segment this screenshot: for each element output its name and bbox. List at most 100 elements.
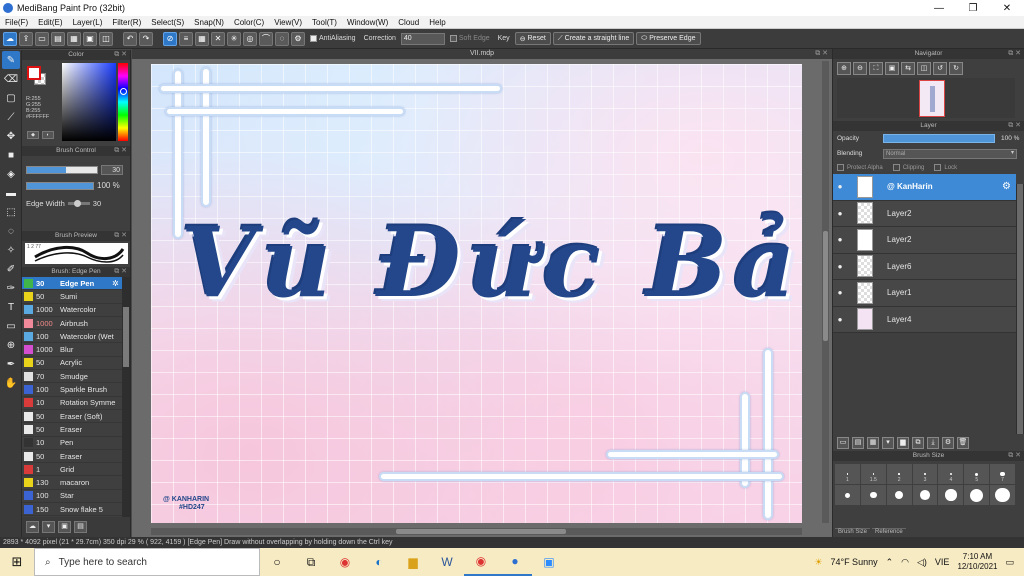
taskbar-clock[interactable]: 7:10 AM 12/10/2021 — [957, 552, 997, 572]
brush-copy-icon[interactable]: ▣ — [58, 521, 71, 533]
perspective-snap-icon[interactable]: ◌ — [275, 31, 289, 46]
artboard[interactable]: Vũ Đức Bảo @ KANHARIN #HD247 — [151, 64, 802, 523]
brush-size-preset[interactable] — [860, 485, 886, 505]
menu-cloud[interactable]: Cloud — [393, 18, 424, 27]
rotate-left-icon[interactable]: ↺ — [933, 62, 947, 75]
panel-menu-icon[interactable]: ⧉ ✕ — [114, 146, 127, 156]
layer-row[interactable]: ● Layer4 — [833, 306, 1016, 333]
brush-opacity-slider[interactable] — [26, 181, 94, 190]
brush-size-preset[interactable] — [912, 485, 938, 505]
brush-size-preset[interactable] — [938, 485, 964, 505]
brush-item[interactable]: 50 Sumi — [22, 290, 122, 304]
brush-tool-icon[interactable]: ✎ — [2, 51, 20, 69]
brush-size-preset[interactable]: 5 — [964, 464, 990, 484]
visibility-eye-icon[interactable]: ● — [833, 235, 847, 244]
upload-icon[interactable]: ⇪ — [19, 31, 33, 46]
fill-rect-tool-icon[interactable]: ■ — [2, 146, 20, 164]
medibang-taskbar-icon[interactable]: ● — [498, 548, 532, 576]
divide-tool-icon[interactable]: ▭ — [2, 317, 20, 335]
document-tab[interactable]: VII.mdp ⧉ ✕ — [132, 49, 832, 59]
brush-size-value[interactable]: 30 — [101, 164, 123, 175]
brush-size-preset[interactable]: 2 — [886, 464, 912, 484]
reset-view-icon[interactable]: ◫ — [917, 62, 931, 75]
menu-view[interactable]: View(V) — [269, 18, 307, 27]
saturation-value-picker[interactable] — [62, 63, 116, 141]
brush-item[interactable]: 50 Eraser — [22, 450, 122, 464]
add-layer-menu-icon[interactable]: ▾ — [882, 437, 894, 449]
brush-size-slider[interactable] — [26, 165, 98, 174]
zoom-app-icon[interactable]: ▣ — [532, 548, 566, 576]
duplicate-layer-icon[interactable]: ⧉ — [912, 437, 924, 449]
cortana-icon[interactable]: ○ — [260, 548, 294, 576]
menu-select[interactable]: Select(S) — [146, 18, 189, 27]
open-file-icon[interactable]: ▦ — [67, 31, 81, 46]
new-halftone-layer-icon[interactable]: ▤ — [852, 437, 864, 449]
preserve-edge-button[interactable]: ⬭ Preserve Edge — [636, 32, 701, 45]
menu-layer[interactable]: Layer(L) — [68, 18, 108, 27]
select-tool-icon[interactable]: ⬚ — [2, 203, 20, 221]
visibility-eye-icon[interactable]: ● — [833, 315, 847, 324]
brush-item[interactable]: 1000 Watercolor — [22, 304, 122, 317]
brush-size-preset[interactable]: 4 — [938, 464, 964, 484]
layer-gear-icon[interactable]: ⚙ — [1002, 181, 1016, 192]
new-folder-icon[interactable]: ▆ — [897, 437, 909, 449]
eraser-tool-icon[interactable]: ⌫ — [2, 70, 20, 88]
undo-icon[interactable]: ↶ — [123, 31, 137, 46]
brush-size-preset[interactable] — [964, 485, 990, 505]
edge-icon[interactable]: ◐ — [362, 548, 396, 576]
visibility-eye-icon[interactable]: ● — [833, 182, 847, 191]
layer-row[interactable]: ● Layer1 — [833, 280, 1016, 307]
maximize-button[interactable]: ❐ — [956, 3, 990, 14]
document-tab-buttons[interactable]: ⧉ ✕ — [815, 49, 828, 59]
color-mode-button[interactable]: ◆ — [27, 131, 39, 139]
brush-size-preset[interactable]: 1 — [835, 464, 860, 484]
layer-row[interactable]: ● Layer2 — [833, 227, 1016, 254]
brush-item[interactable]: 10 Pen — [22, 437, 122, 450]
soft-edge-checkbox[interactable] — [449, 35, 457, 42]
select-pen-tool-icon[interactable]: ✐ — [2, 260, 20, 278]
hue-knob[interactable] — [120, 88, 127, 95]
menu-tool[interactable]: Tool(T) — [307, 18, 342, 27]
dot-tool-icon[interactable]: ▢ — [2, 89, 20, 107]
protect-alpha-checkbox[interactable] — [837, 163, 844, 171]
brush-item[interactable]: 100 Watercolor (Wet — [22, 330, 122, 344]
panel-menu-icon[interactable]: ⧉ ✕ — [1008, 49, 1021, 59]
zoom-in-icon[interactable]: ⊕ — [837, 62, 851, 75]
export-icon[interactable]: ◫ — [99, 31, 113, 46]
brush-item[interactable]: 1000 Blur — [22, 343, 122, 357]
rotate-right-icon[interactable]: ↻ — [949, 62, 963, 75]
brush-item[interactable]: 100 Star — [22, 490, 122, 504]
flip-icon[interactable]: ⇆ — [901, 62, 915, 75]
cloud-icon[interactable]: ☁ — [3, 31, 17, 46]
brush-item[interactable]: 50 Eraser (Soft) — [22, 410, 122, 424]
parallel-snap-icon[interactable]: ≡ — [179, 31, 193, 46]
merge-down-icon[interactable]: ⤓ — [927, 437, 939, 449]
layer-row[interactable]: ● @ KanHarin ⚙ — [833, 174, 1016, 201]
notification-icon[interactable]: ▭ — [1005, 557, 1014, 568]
save-icon[interactable]: ▣ — [83, 31, 97, 46]
tab-reference[interactable]: Reference — [872, 528, 906, 535]
crisscross-snap-icon[interactable]: ✕ — [211, 31, 225, 46]
panel-menu-icon[interactable]: ⧉ ✕ — [1008, 451, 1021, 461]
operation-tool-icon[interactable]: ⊕ — [2, 336, 20, 354]
select-eraser-tool-icon[interactable]: ✑ — [2, 279, 20, 297]
shape-tool-icon[interactable]: ⟋ — [2, 108, 20, 126]
correction-select[interactable]: 40 — [400, 32, 445, 45]
brush-item[interactable]: 50 Acrylic — [22, 357, 122, 371]
curve-snap-icon[interactable]: ⌒ — [259, 31, 273, 46]
language-indicator[interactable]: VIE — [935, 557, 950, 567]
tray-chevron-icon[interactable]: ⌃ — [886, 557, 894, 568]
new-8bit-layer-icon[interactable]: ▦ — [867, 437, 879, 449]
brush-item[interactable]: 30 Edge Pen ✲ — [22, 277, 122, 291]
panel-menu-icon[interactable]: ⧉ ✕ — [114, 50, 127, 60]
task-view-icon[interactable]: ⧉ — [294, 548, 328, 576]
layer-row[interactable]: ● Layer2 — [833, 200, 1016, 227]
menu-edit[interactable]: Edit(E) — [33, 18, 67, 27]
reset-button[interactable]: ⊖ Reset — [514, 32, 551, 45]
brush-size-preset[interactable]: 7 — [990, 464, 1015, 484]
layer-settings-icon[interactable]: ⚙ — [942, 437, 954, 449]
brush-settings-icon[interactable]: ✲ — [112, 279, 122, 288]
lock-checkbox[interactable] — [934, 163, 942, 171]
snap-settings-icon[interactable]: ⚙ — [291, 31, 305, 46]
menu-snap[interactable]: Snap(N) — [189, 18, 229, 27]
